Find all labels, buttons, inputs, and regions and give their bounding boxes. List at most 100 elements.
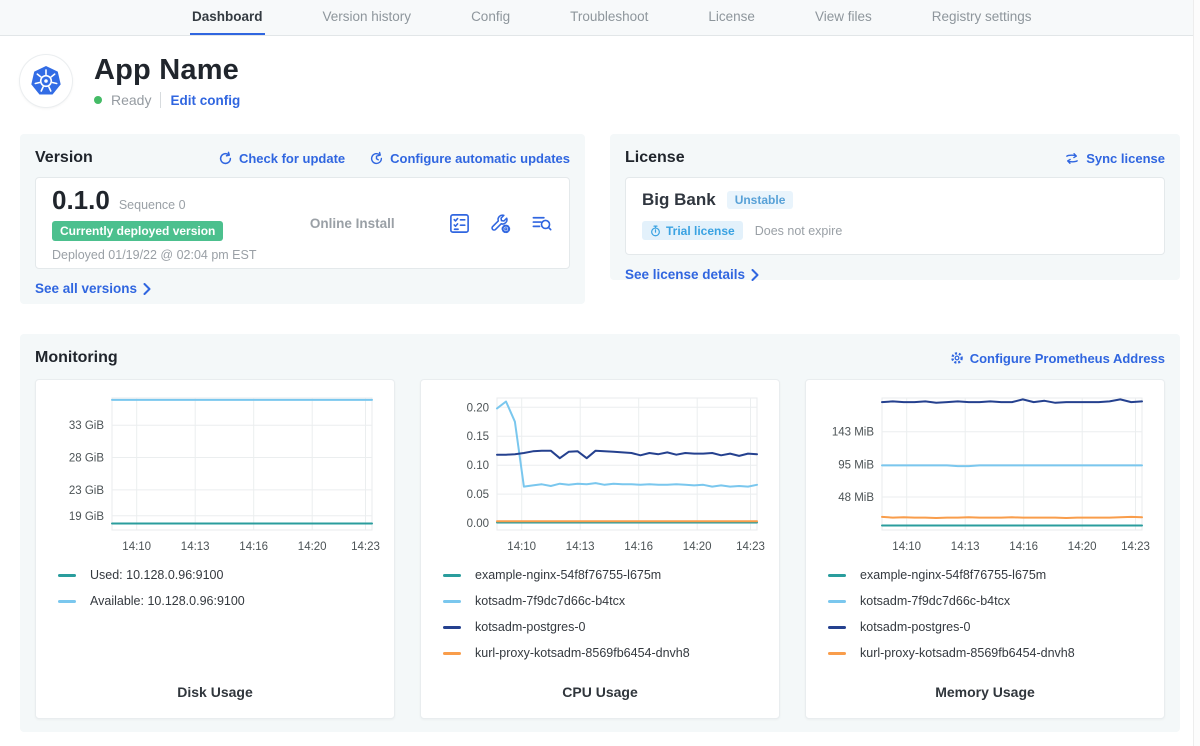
legend-item: kotsadm-postgres-0: [443, 620, 765, 634]
svg-text:28 GiB: 28 GiB: [69, 453, 104, 465]
chart-title: Memory Usage: [820, 684, 1150, 700]
legend-label: kotsadm-postgres-0: [475, 620, 585, 634]
svg-text:95 MiB: 95 MiB: [838, 460, 874, 472]
ready-status-label: Ready: [111, 92, 151, 108]
ready-status-dot: [94, 96, 102, 104]
legend-swatch: [828, 600, 846, 603]
legend-item: kurl-proxy-kotsadm-8569fb6454-dnvh8: [828, 646, 1150, 660]
legend-label: example-nginx-54f8f76755-l675m: [475, 568, 661, 582]
chevron-right-icon: [143, 283, 151, 295]
deployed-timestamp: Deployed 01/19/22 @ 02:04 pm EST: [52, 248, 256, 262]
chart-title: Disk Usage: [50, 684, 380, 700]
legend-label: example-nginx-54f8f76755-l675m: [860, 568, 1046, 582]
legend-swatch: [58, 574, 76, 577]
legend-label: kurl-proxy-kotsadm-8569fb6454-dnvh8: [475, 646, 690, 660]
disk-usage-chart: 14:1014:1314:1614:2014:2333 GiB28 GiB23 …: [50, 394, 380, 556]
kubernetes-logo-icon: [20, 55, 72, 107]
cpu-usage-chart: 14:1014:1314:1614:2014:230.200.150.100.0…: [435, 394, 765, 556]
svg-text:14:13: 14:13: [181, 541, 210, 553]
memory-usage-chart: 14:1014:1314:1614:2014:23143 MiB95 MiB48…: [820, 394, 1150, 556]
svg-text:48 MiB: 48 MiB: [838, 492, 874, 504]
trial-license-badge: Trial license: [642, 221, 743, 240]
see-license-details-link[interactable]: See license details: [625, 267, 759, 282]
top-nav: Dashboard Version history Config Trouble…: [0, 0, 1200, 36]
legend-swatch: [828, 652, 846, 655]
disk-usage-chart-card: 14:1014:1314:1614:2014:2333 GiB28 GiB23 …: [35, 379, 395, 719]
config-wrench-icon[interactable]: [489, 212, 512, 235]
sync-arrows-icon: [1064, 151, 1080, 166]
svg-text:0.15: 0.15: [467, 431, 489, 443]
svg-text:14:20: 14:20: [1068, 541, 1097, 553]
svg-text:14:10: 14:10: [892, 541, 921, 553]
svg-text:0.05: 0.05: [467, 489, 489, 501]
legend-swatch: [828, 574, 846, 577]
legend-label: kotsadm-7f9dc7d66c-b4tcx: [860, 594, 1010, 608]
legend-label: Available: 10.128.0.96:9100: [90, 594, 245, 608]
legend-swatch: [443, 600, 461, 603]
current-version-panel: 0.1.0 Sequence 0 Currently deployed vers…: [35, 177, 570, 269]
legend-swatch: [828, 626, 846, 629]
svg-text:14:10: 14:10: [507, 541, 536, 553]
memory-usage-chart-card: 14:1014:1314:1614:2014:23143 MiB95 MiB48…: [805, 379, 1165, 719]
cpu-usage-chart-card: 14:1014:1314:1614:2014:230.200.150.100.0…: [420, 379, 780, 719]
svg-text:19 GiB: 19 GiB: [69, 511, 104, 523]
disk-usage-legend: Used: 10.128.0.96:9100 Available: 10.128.…: [50, 568, 380, 608]
clock-refresh-icon: [369, 151, 384, 166]
legend-swatch: [443, 652, 461, 655]
svg-text:0.20: 0.20: [467, 402, 489, 414]
monitoring-card: Monitoring Configure Prometheus Address …: [20, 334, 1180, 732]
install-type-label: Online Install: [256, 216, 448, 231]
configure-automatic-updates-button[interactable]: Configure automatic updates: [369, 151, 570, 166]
customer-name: Big Bank: [642, 190, 716, 210]
tab-version-history[interactable]: Version history: [321, 0, 414, 35]
app-header: App Name Ready Edit config: [0, 36, 1200, 108]
legend-item: example-nginx-54f8f76755-l675m: [443, 568, 765, 582]
tab-license[interactable]: License: [706, 0, 757, 35]
svg-text:0.10: 0.10: [467, 460, 489, 472]
configure-prometheus-button[interactable]: Configure Prometheus Address: [950, 351, 1165, 366]
refresh-icon: [218, 151, 233, 166]
tab-registry-settings[interactable]: Registry settings: [930, 0, 1034, 35]
sync-license-button[interactable]: Sync license: [1064, 151, 1165, 166]
legend-swatch: [443, 626, 461, 629]
svg-text:143 MiB: 143 MiB: [832, 427, 875, 439]
chevron-right-icon: [751, 269, 759, 281]
see-all-versions-link[interactable]: See all versions: [35, 281, 151, 296]
license-card: License Sync license Big Bank Unstable: [610, 134, 1180, 280]
svg-text:33 GiB: 33 GiB: [69, 420, 104, 432]
legend-item: kotsadm-postgres-0: [828, 620, 1150, 634]
edit-config-link[interactable]: Edit config: [170, 93, 240, 108]
legend-swatch: [58, 600, 76, 603]
tab-dashboard[interactable]: Dashboard: [190, 0, 265, 35]
tab-config[interactable]: Config: [469, 0, 512, 35]
svg-text:0.00: 0.00: [467, 518, 489, 530]
deployed-badge: Currently deployed version: [52, 221, 223, 241]
view-logs-icon[interactable]: [530, 212, 553, 235]
page-title: App Name: [94, 54, 240, 87]
legend-label: kotsadm-postgres-0: [860, 620, 970, 634]
svg-text:14:23: 14:23: [1121, 541, 1150, 553]
svg-text:14:20: 14:20: [683, 541, 712, 553]
svg-text:14:16: 14:16: [1009, 541, 1038, 553]
legend-label: kotsadm-7f9dc7d66c-b4tcx: [475, 594, 625, 608]
version-number: 0.1.0: [52, 185, 110, 216]
legend-item: kurl-proxy-kotsadm-8569fb6454-dnvh8: [443, 646, 765, 660]
monitoring-title: Monitoring: [35, 349, 118, 367]
scrollbar[interactable]: [1193, 0, 1200, 746]
tab-troubleshoot[interactable]: Troubleshoot: [568, 0, 650, 35]
license-panel: Big Bank Unstable Trial license Does not…: [625, 177, 1165, 255]
chart-title: CPU Usage: [435, 684, 765, 700]
legend-swatch: [443, 574, 461, 577]
legend-label: Used: 10.128.0.96:9100: [90, 568, 223, 582]
svg-text:23 GiB: 23 GiB: [69, 485, 104, 497]
legend-item: example-nginx-54f8f76755-l675m: [828, 568, 1150, 582]
stopwatch-icon: [650, 225, 661, 237]
svg-text:14:16: 14:16: [624, 541, 653, 553]
license-card-title: License: [625, 149, 685, 167]
preflight-checks-icon[interactable]: [448, 212, 471, 235]
gear-icon: [950, 351, 964, 365]
memory-usage-legend: example-nginx-54f8f76755-l675m kotsadm-7f…: [820, 568, 1150, 660]
check-for-update-button[interactable]: Check for update: [218, 151, 345, 166]
legend-label: kurl-proxy-kotsadm-8569fb6454-dnvh8: [860, 646, 1075, 660]
tab-view-files[interactable]: View files: [813, 0, 874, 35]
